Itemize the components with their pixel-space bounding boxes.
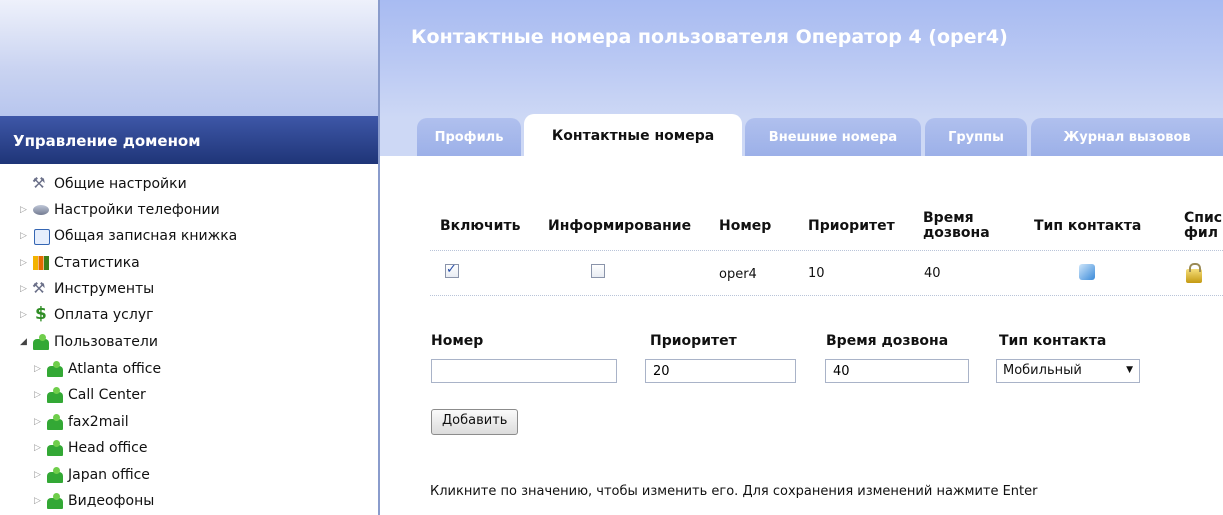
expand-arrow-icon[interactable]: ▷: [20, 205, 32, 215]
edit-hint: Кликните по значению, чтобы изменить его…: [430, 484, 1038, 499]
expand-arrow-icon[interactable]: ▷: [20, 231, 32, 241]
statistics-icon: [32, 255, 50, 271]
tab-contact-numbers[interactable]: Контактные номера: [524, 114, 742, 156]
sidebar-item-label: Инструменты: [54, 281, 155, 297]
sidebar-item-label: Atlanta office: [68, 361, 162, 377]
sidebar-item-label: Call Center: [68, 387, 146, 403]
sidebar-item-atlanta-office[interactable]: ▷ Atlanta office: [34, 358, 161, 380]
sidebar-item-call-center[interactable]: ▷ Call Center: [34, 384, 146, 406]
column-header-number: Номер: [719, 218, 772, 234]
number-input[interactable]: [431, 359, 617, 383]
computer-icon[interactable]: [1079, 264, 1095, 280]
address-book-icon: [32, 228, 50, 245]
users-icon: [46, 493, 64, 509]
sidebar-item-label: Head office: [68, 440, 148, 456]
expand-arrow-icon[interactable]: ▷: [34, 443, 46, 453]
sidebar-item-label: Настройки телефонии: [54, 202, 220, 218]
number-cell[interactable]: oper4: [719, 267, 757, 282]
expand-arrow-icon[interactable]: ▷: [20, 258, 32, 268]
priority-label: Приоритет: [650, 333, 737, 349]
users-icon: [46, 467, 64, 483]
contact-type-label: Тип контакта: [999, 333, 1107, 349]
sidebar-item-tools[interactable]: ▷ Инструменты: [20, 278, 154, 300]
sidebar-item-label: Оплата услуг: [54, 307, 154, 323]
table-divider: [430, 250, 1223, 251]
users-icon: [32, 334, 50, 350]
add-button[interactable]: Добавить: [431, 409, 519, 435]
sidebar-item-label: fax2mail: [68, 414, 129, 430]
enable-checkbox[interactable]: [445, 262, 459, 278]
contact-type-select[interactable]: Мобильный ▼: [996, 359, 1140, 383]
expand-arrow-icon[interactable]: ▷: [20, 284, 32, 294]
tab-external-numbers[interactable]: Внешние номера: [745, 118, 921, 156]
priority-input[interactable]: [645, 359, 796, 383]
expand-arrow-icon[interactable]: ▷: [34, 470, 46, 480]
sidebar-item-fax2mail[interactable]: ▷ fax2mail: [34, 411, 129, 433]
sidebar-item-head-office[interactable]: ▷ Head office: [34, 437, 147, 459]
sidebar-item-billing[interactable]: ▷ Оплата услуг: [20, 304, 153, 326]
lock-icon[interactable]: [1186, 263, 1202, 283]
sidebar-item-users[interactable]: ◢ Пользователи: [20, 331, 158, 353]
column-header-enable: Включить: [440, 218, 521, 234]
sidebar-item-label: Видеофоны: [68, 493, 155, 509]
tools-icon: [32, 279, 50, 297]
contact-type-selected: Мобильный: [1003, 363, 1082, 378]
sidebar-item-japan-office[interactable]: ▷ Japan office: [34, 464, 150, 486]
number-label: Номер: [431, 333, 484, 349]
users-icon: [46, 387, 64, 403]
sidebar-item-telephony-settings[interactable]: ▷ Настройки телефонии: [20, 199, 220, 221]
tools-icon: [32, 174, 50, 192]
tab-call-log[interactable]: Журнал вызовов: [1031, 118, 1223, 156]
collapse-arrow-icon[interactable]: ◢: [20, 337, 32, 347]
sidebar-item-statistics[interactable]: ▷ Статистика: [20, 252, 140, 274]
column-header-ring-time: Время дозвона: [923, 210, 990, 241]
users-icon: [46, 414, 64, 430]
sidebar-item-label: Пользователи: [54, 334, 158, 350]
page-title: Контактные номера пользователя Оператор …: [411, 26, 1008, 48]
main-header: [380, 0, 1223, 118]
column-header-notify: Информирование: [548, 218, 692, 234]
tab-profile[interactable]: Профиль: [417, 118, 521, 156]
sidebar-item-label: Japan office: [68, 467, 150, 483]
sidebar-item-address-book[interactable]: ▷ Общая записная книжка: [20, 225, 237, 247]
column-header-filter-list: Спис фил: [1184, 210, 1223, 241]
chevron-down-icon: ▼: [1126, 365, 1133, 375]
ring-time-cell[interactable]: 40: [924, 266, 941, 281]
sidebar-banner: [0, 0, 378, 116]
sidebar-item-label: Общая записная книжка: [54, 228, 238, 244]
expand-arrow-icon[interactable]: ▷: [34, 364, 46, 374]
table-divider: [430, 295, 1223, 296]
notify-checkbox[interactable]: [591, 264, 605, 278]
column-header-contact-type: Тип контакта: [1034, 218, 1142, 234]
priority-cell[interactable]: 10: [808, 266, 825, 281]
ring-time-input[interactable]: [825, 359, 969, 383]
sidebar-item-videophones[interactable]: ▷ Видеофоны: [34, 490, 154, 512]
expand-arrow-icon[interactable]: ▷: [34, 390, 46, 400]
phone-settings-icon: [32, 202, 50, 218]
dollar-icon: [32, 304, 50, 324]
expand-arrow-icon[interactable]: ▷: [34, 496, 46, 506]
sidebar-item-label: Общие настройки: [54, 176, 187, 192]
ring-time-label: Время дозвона: [826, 333, 949, 349]
sidebar-item-general-settings[interactable]: Общие настройки: [20, 173, 187, 195]
users-icon: [46, 361, 64, 377]
expand-arrow-icon[interactable]: ▷: [20, 310, 32, 320]
column-header-priority: Приоритет: [808, 218, 895, 234]
tab-groups[interactable]: Группы: [925, 118, 1027, 156]
expand-arrow-icon[interactable]: ▷: [34, 417, 46, 427]
users-icon: [46, 440, 64, 456]
sidebar-header: Управление доменом: [0, 116, 378, 164]
sidebar-item-label: Статистика: [54, 255, 140, 271]
